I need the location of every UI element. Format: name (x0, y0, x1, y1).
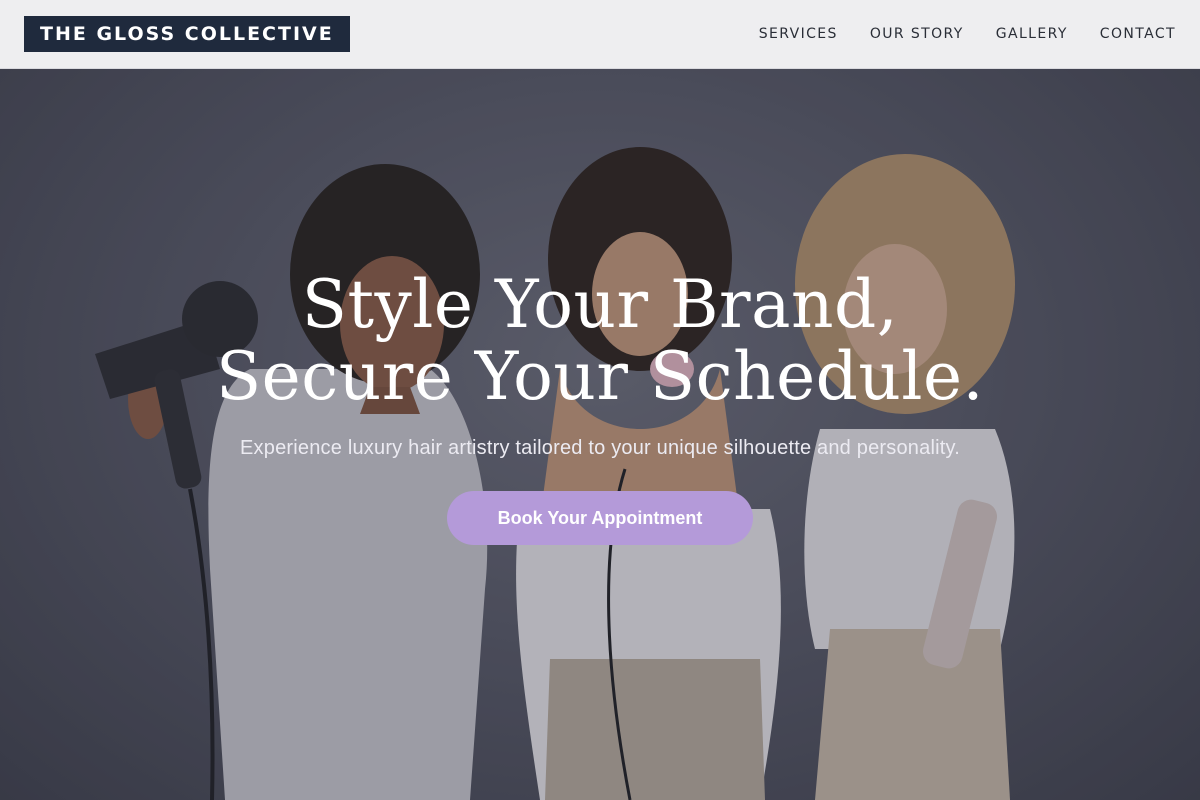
main-nav: SERVICES OUR STORY GALLERY CONTACT (759, 26, 1176, 42)
nav-our-story-link[interactable]: OUR STORY (870, 26, 964, 42)
hero-headline-line-2: Secure Your Schedule. (215, 338, 985, 415)
hero-headline-line-1: Style Your Brand, (301, 266, 899, 343)
top-navigation-bar: THE GLOSS COLLECTIVE SERVICES OUR STORY … (0, 0, 1200, 69)
nav-contact-link[interactable]: CONTACT (1100, 26, 1176, 42)
hero-section: Style Your Brand, Secure Your Schedule. … (0, 69, 1200, 800)
nav-services-link[interactable]: SERVICES (759, 26, 838, 42)
book-appointment-button[interactable]: Book Your Appointment (447, 491, 753, 545)
brand-logo[interactable]: THE GLOSS COLLECTIVE (24, 16, 350, 52)
nav-gallery-link[interactable]: GALLERY (996, 26, 1068, 42)
hero-overlay (0, 69, 1200, 800)
hero-subtitle: Experience luxury hair artistry tailored… (240, 437, 960, 459)
